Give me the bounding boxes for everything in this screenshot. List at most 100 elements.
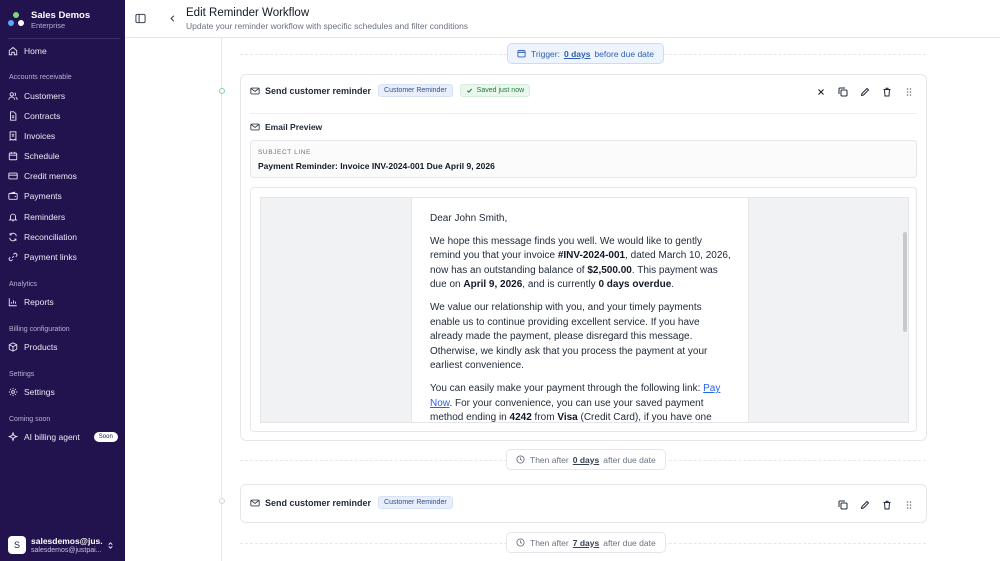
- sidebar-item-products[interactable]: Products: [8, 338, 120, 356]
- sidebar-item-label: Products: [24, 342, 58, 352]
- delay-suffix: after due date: [603, 454, 656, 465]
- outstanding-amount: $2,500.00: [587, 264, 632, 276]
- email-body: Dear John Smith, We hope this message fi…: [411, 198, 749, 423]
- chart-icon: [8, 298, 17, 307]
- subject-line-value: Payment Reminder: Invoice INV-2024-001 D…: [258, 161, 495, 171]
- soon-badge: Soon: [93, 432, 118, 442]
- step-type-tag: Customer Reminder: [378, 496, 453, 509]
- credit-card-icon: [8, 172, 18, 180]
- sidebar-item-customers[interactable]: Customers: [8, 87, 120, 105]
- email-preview-frame[interactable]: Dear John Smith, We hope this message fi…: [260, 197, 909, 423]
- users-icon: [8, 92, 18, 100]
- step-title: Send customer reminder: [265, 85, 372, 96]
- overdue-days: 0 days overdue: [598, 279, 672, 291]
- trigger-pill[interactable]: Trigger: 0 days before due date: [507, 43, 665, 64]
- section-billing-configuration: Billing configuration: [9, 326, 70, 333]
- sidebar-item-label: Settings: [24, 387, 55, 397]
- sidebar-item-reports[interactable]: Reports: [8, 293, 120, 311]
- delay-days[interactable]: 7 days: [573, 538, 599, 548]
- email-text: Dear John Smith, We hope this message fi…: [430, 212, 732, 423]
- email-preview-container: Dear John Smith, We hope this message fi…: [250, 187, 917, 432]
- check-icon: [466, 88, 472, 93]
- step-header: Send customer reminder Customer Reminder: [250, 496, 453, 509]
- sidebar-item-invoices[interactable]: Invoices: [8, 127, 120, 145]
- divider: [250, 113, 917, 114]
- edit-button[interactable]: [860, 500, 870, 510]
- copy-icon: [838, 500, 848, 510]
- page-title: Edit Reminder Workflow: [186, 7, 310, 19]
- mail-icon: [250, 87, 260, 94]
- sidebar-item-payments[interactable]: Payments: [8, 187, 120, 205]
- delete-button[interactable]: [882, 87, 892, 97]
- sidebar-item-payment-links[interactable]: Payment links: [8, 248, 120, 266]
- edit-button[interactable]: [860, 87, 870, 97]
- brand-logo-icon: [8, 11, 25, 29]
- delay-prefix: Then after: [530, 537, 569, 548]
- sidebar-item-label: Payments: [24, 191, 62, 201]
- section-settings: Settings: [9, 371, 35, 378]
- sidebar-item-contracts[interactable]: Contracts: [8, 107, 120, 125]
- sidebar-item-schedule[interactable]: Schedule: [8, 147, 120, 165]
- user-menu[interactable]: S salesdemos@jus... salesdemos@justpai..…: [8, 535, 120, 555]
- delay-pill-1[interactable]: Then after 0 days after due date: [506, 449, 666, 470]
- preview-scrollbar[interactable]: [900, 198, 908, 422]
- grip-icon: [906, 501, 912, 509]
- sidebar-toggle-icon[interactable]: [135, 13, 146, 24]
- email-text-span: You can easily make your payment through…: [430, 382, 704, 394]
- duplicate-button[interactable]: [838, 500, 848, 510]
- header: Edit Reminder Workflow Update your remin…: [125, 0, 1000, 38]
- sidebar-item-label: Schedule: [24, 151, 60, 161]
- email-preview-title: Email Preview: [265, 122, 323, 132]
- sidebar-item-reconciliation[interactable]: Reconciliation: [8, 228, 120, 246]
- sidebar-item-home[interactable]: Home: [8, 42, 120, 60]
- clock-icon: [516, 455, 525, 464]
- wallet-icon: [8, 191, 18, 200]
- section-coming-soon: Coming soon: [9, 416, 51, 423]
- pencil-icon: [860, 500, 870, 510]
- step-title: Send customer reminder: [265, 497, 372, 508]
- email-greeting: Dear John Smith,: [430, 213, 508, 224]
- sidebar-item-label: Reports: [24, 297, 54, 307]
- gear-icon: [8, 387, 18, 397]
- trash-icon: [883, 500, 891, 510]
- avatar: S: [8, 536, 26, 554]
- delay-days[interactable]: 0 days: [573, 455, 599, 465]
- preview-scrollbar-thumb[interactable]: [903, 232, 907, 332]
- trigger-label: Trigger:: [531, 48, 560, 59]
- step-card-send-reminder[interactable]: Send customer reminder Customer Reminder…: [240, 74, 927, 441]
- email-text-span: from: [531, 412, 558, 423]
- delay-pill-2[interactable]: Then after 7 days after due date: [506, 532, 666, 553]
- step-actions: [826, 500, 914, 510]
- card-last-four: 4242: [509, 412, 532, 423]
- sidebar-item-credit-memos[interactable]: Credit memos: [8, 167, 120, 185]
- drag-handle[interactable]: [904, 87, 914, 97]
- sidebar: Sales Demos Enterprise Home Accounts rec…: [0, 0, 125, 561]
- page-subtitle: Update your reminder workflow with speci…: [186, 21, 469, 31]
- subject-line-box: SUBJECT LINE Payment Reminder: Invoice I…: [250, 140, 917, 178]
- drag-handle[interactable]: [904, 500, 914, 510]
- refresh-icon: [9, 232, 17, 242]
- receipt-icon: [9, 131, 17, 141]
- calendar-icon: [517, 49, 526, 58]
- link-icon: [8, 252, 18, 262]
- close-icon: [818, 89, 824, 95]
- mail-icon: [250, 499, 260, 506]
- sidebar-item-label: Invoices: [24, 131, 56, 141]
- mail-icon: [250, 123, 260, 131]
- duplicate-button[interactable]: [838, 87, 848, 97]
- sidebar-item-settings[interactable]: Settings: [8, 383, 120, 401]
- delay-prefix: Then after: [530, 454, 569, 465]
- sidebar-item-label: Payment links: [24, 252, 77, 262]
- invoice-number: #INV-2024-001: [557, 250, 626, 262]
- trigger-days[interactable]: 0 days: [564, 49, 590, 59]
- close-button[interactable]: [816, 87, 826, 97]
- saved-status-badge: Saved just now: [459, 84, 531, 97]
- chevron-left-icon[interactable]: [168, 14, 177, 23]
- sidebar-item-ai-billing-agent[interactable]: AI billing agent Soon: [8, 428, 120, 446]
- step-card-send-reminder-2[interactable]: Send customer reminder Customer Reminder: [240, 484, 927, 523]
- sidebar-item-reminders[interactable]: Reminders: [8, 208, 120, 226]
- section-accounts-receivable: Accounts receivable: [9, 74, 72, 81]
- brand[interactable]: Sales Demos Enterprise: [8, 8, 118, 32]
- delete-button[interactable]: [882, 500, 892, 510]
- timeline-line: [221, 38, 222, 561]
